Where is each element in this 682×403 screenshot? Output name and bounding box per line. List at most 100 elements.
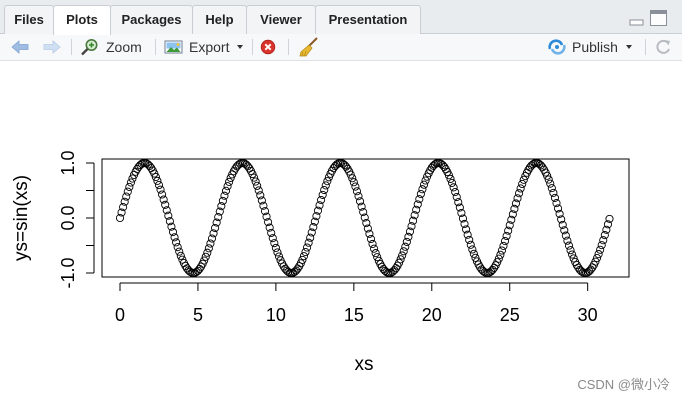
data-point: [349, 178, 358, 187]
tab-presentation[interactable]: Presentation: [315, 5, 421, 34]
tab-files[interactable]: Files: [4, 5, 54, 34]
zoom-button[interactable]: Zoom: [80, 34, 142, 60]
data-point: [370, 244, 379, 253]
data-point: [321, 181, 330, 190]
x-tick-label: 15: [344, 305, 364, 325]
zoom-label: Zoom: [106, 39, 142, 55]
toolbar-separator: [71, 39, 72, 55]
data-point: [204, 244, 213, 253]
data-point: [126, 178, 135, 187]
data-point: [418, 185, 427, 194]
data-point: [206, 239, 215, 248]
data-point: [469, 249, 478, 258]
data-point: [447, 178, 457, 187]
data-point: [368, 239, 377, 249]
data-point: [468, 245, 477, 254]
data-point: [466, 240, 475, 249]
data-point: [271, 243, 280, 252]
export-label: Export: [189, 39, 230, 55]
data-point: [563, 236, 572, 245]
data-point: [516, 184, 525, 193]
data-point: [500, 237, 510, 246]
data-point: [402, 237, 411, 246]
data-point: [451, 188, 460, 197]
data-point: [158, 190, 167, 199]
export-image-icon: [164, 40, 183, 54]
remove-plot-button[interactable]: [260, 34, 276, 60]
data-point: [515, 189, 524, 198]
remove-circle-icon: [260, 39, 276, 55]
data-point: [173, 243, 182, 252]
publish-label: Publish: [572, 39, 618, 55]
plot-canvas: 0 5 10 15 20 25 30 -1.0 0.0 1.0 xs ys=sin(xs): [0, 61, 682, 403]
x-tick-label: 25: [500, 305, 520, 325]
minimize-pane-button[interactable]: [629, 12, 644, 26]
data-point: [371, 249, 380, 258]
data-point: [256, 191, 265, 200]
data-point: [175, 247, 184, 256]
refresh-icon: [656, 39, 670, 54]
forward-arrow-icon: [43, 40, 61, 54]
data-point: [304, 238, 313, 247]
tab-packages[interactable]: Packages: [110, 5, 193, 34]
data-point: [497, 246, 506, 255]
data-point: [566, 246, 575, 255]
rstudio-plots-pane: Files Plots Packages Help Viewer Present…: [0, 0, 682, 403]
pane-tab-bar: Files Plots Packages Help Viewer Present…: [0, 0, 682, 35]
data-point: [546, 179, 555, 188]
x-axis: 0 5 10 15 20 25 30: [115, 282, 598, 325]
export-menu-button[interactable]: Export: [164, 34, 244, 60]
previous-plot-button[interactable]: [10, 34, 30, 60]
maximize-pane-button[interactable]: [650, 10, 667, 26]
data-point: [596, 245, 605, 254]
broom-icon: [299, 37, 318, 57]
data-point: [597, 241, 606, 250]
tab-plots[interactable]: Plots: [53, 5, 111, 35]
data-point: [351, 182, 360, 191]
data-point: [253, 181, 262, 190]
toolbar-separator: [252, 39, 253, 55]
publish-menu-button[interactable]: Publish: [547, 34, 632, 60]
data-point: [268, 234, 277, 243]
data-point: [518, 179, 527, 189]
data-point: [599, 236, 608, 245]
data-point: [203, 248, 212, 257]
refresh-plot-button[interactable]: [654, 34, 672, 60]
data-point: [564, 241, 574, 250]
next-plot-button[interactable]: [42, 34, 62, 60]
chevron-down-icon: [237, 45, 244, 49]
x-axis-label: xs: [355, 354, 374, 375]
data-point: [273, 248, 282, 257]
data-point: [594, 250, 603, 259]
data-point: [416, 189, 425, 199]
data-point: [156, 185, 165, 194]
toolbar-separator: [288, 39, 289, 55]
data-point: [125, 182, 134, 191]
data-point: [401, 242, 410, 251]
data-point: [225, 177, 234, 186]
chevron-down-icon: [625, 45, 632, 49]
data-point: [220, 191, 229, 200]
publish-icon: [548, 39, 566, 55]
data-point: [122, 192, 131, 201]
data-point: [123, 187, 132, 196]
data-point: [399, 247, 408, 256]
data-point: [415, 195, 424, 204]
sine-scatter-plot: 0 5 10 15 20 25 30 -1.0 0.0 1.0 xs ys=sin(xs): [11, 150, 630, 375]
data-point: [221, 186, 231, 195]
tab-viewer[interactable]: Viewer: [246, 5, 316, 34]
data-point: [352, 187, 362, 196]
x-tick-label: 20: [422, 305, 442, 325]
data-point: [270, 239, 279, 248]
data-point: [452, 192, 461, 202]
tab-help[interactable]: Help: [192, 5, 247, 34]
x-tick-label: 30: [578, 305, 598, 325]
data-point: [465, 235, 474, 244]
zoom-magnifier-icon: [81, 39, 98, 56]
clear-all-plots-button[interactable]: [298, 34, 320, 60]
data-point: [303, 243, 312, 252]
x-tick-label: 5: [193, 305, 203, 325]
data-point: [354, 192, 363, 201]
data-point: [223, 182, 232, 191]
data-point: [306, 233, 315, 242]
